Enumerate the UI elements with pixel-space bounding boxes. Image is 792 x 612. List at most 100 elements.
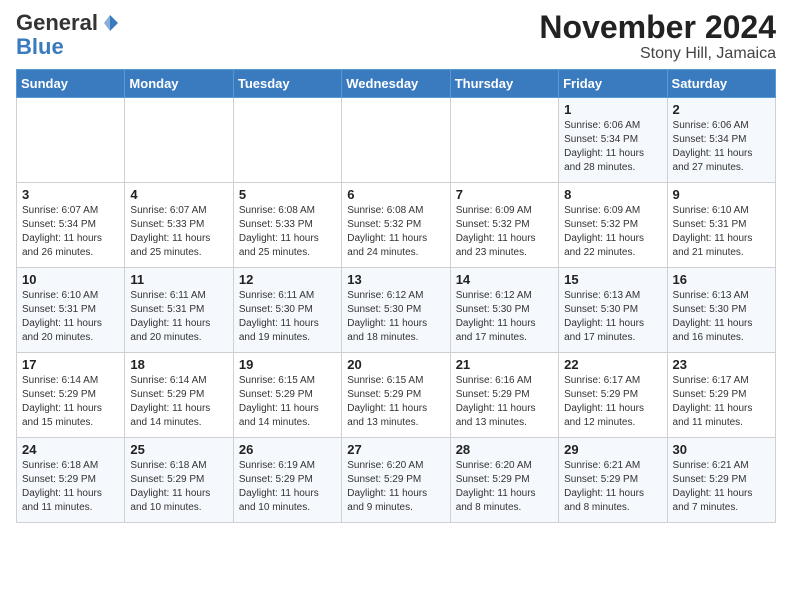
day-number: 18 <box>130 357 227 372</box>
calendar-cell: 1 Sunrise: 6:06 AM Sunset: 5:34 PM Daylig… <box>559 98 667 183</box>
logo-blue-text: Blue <box>16 34 64 60</box>
day-info: Sunrise: 6:17 AM Sunset: 5:29 PM Dayligh… <box>673 374 770 430</box>
day-number: 23 <box>673 357 770 372</box>
col-thursday: Thursday <box>450 70 558 98</box>
day-info: Sunrise: 6:08 AM Sunset: 5:33 PM Dayligh… <box>239 204 336 260</box>
day-info: Sunrise: 6:16 AM Sunset: 5:29 PM Dayligh… <box>456 374 553 430</box>
calendar-cell: 12Sunrise: 6:11 AM Sunset: 5:30 PM Dayli… <box>233 268 341 353</box>
calendar-week-1: 1 Sunrise: 6:06 AM Sunset: 5:34 PM Daylig… <box>17 98 776 183</box>
calendar-cell <box>125 98 233 183</box>
calendar-week-5: 24 Sunrise: 6:18 AM Sunset: 5:29 PM Dayli… <box>17 438 776 523</box>
day-info: Sunrise: 6:12 AM Sunset: 5:30 PM Dayligh… <box>456 289 553 345</box>
calendar-cell: 17 Sunrise: 6:14 AM Sunset: 5:29 PM Dayli… <box>17 353 125 438</box>
col-saturday: Saturday <box>667 70 775 98</box>
day-info: Sunrise: 6:14 AM Sunset: 5:29 PM Dayligh… <box>130 374 227 430</box>
day-number: 4 <box>130 187 227 202</box>
calendar-cell: 11 Sunrise: 6:11 AM Sunset: 5:31 PM Dayli… <box>125 268 233 353</box>
calendar-cell: 18 Sunrise: 6:14 AM Sunset: 5:29 PM Dayli… <box>125 353 233 438</box>
month-title: November 2024 <box>539 10 776 45</box>
logo-general-text: General <box>16 10 98 36</box>
calendar-cell: 20 Sunrise: 6:15 AM Sunset: 5:29 PM Dayli… <box>342 353 450 438</box>
day-number: 28 <box>456 442 553 457</box>
calendar-cell: 24Sunrise: 6:18 AM Sunset: 5:29 PM Dayli… <box>17 438 125 523</box>
day-number: 29 <box>564 442 661 457</box>
col-wednesday: Wednesday <box>342 70 450 98</box>
day-info: Sunrise: 6:07 AM Sunset: 5:34 PM Dayligh… <box>22 204 119 260</box>
page-header: General Blue November 2024 Stony Hill, J… <box>16 10 776 63</box>
day-info: Sunrise: 6:18 AM Sunset: 5:29 PM Dayligh… <box>130 459 227 515</box>
col-tuesday: Tuesday <box>233 70 341 98</box>
day-info: Sunrise: 6:19 AM Sunset: 5:29 PM Dayligh… <box>239 459 336 515</box>
calendar-cell: 16Sunrise: 6:13 AM Sunset: 5:30 PM Dayli… <box>667 268 775 353</box>
day-number: 27 <box>347 442 444 457</box>
day-info: Sunrise: 6:13 AM Sunset: 5:30 PM Dayligh… <box>673 289 770 345</box>
day-info: Sunrise: 6:11 AM Sunset: 5:31 PM Dayligh… <box>130 289 227 345</box>
day-number: 21 <box>456 357 553 372</box>
day-number: 2 <box>673 102 770 117</box>
day-info: Sunrise: 6:13 AM Sunset: 5:30 PM Dayligh… <box>564 289 661 345</box>
col-sunday: Sunday <box>17 70 125 98</box>
day-info: Sunrise: 6:21 AM Sunset: 5:29 PM Dayligh… <box>564 459 661 515</box>
day-info: Sunrise: 6:10 AM Sunset: 5:31 PM Dayligh… <box>22 289 119 345</box>
calendar-week-4: 17 Sunrise: 6:14 AM Sunset: 5:29 PM Dayli… <box>17 353 776 438</box>
calendar-cell: 19Sunrise: 6:15 AM Sunset: 5:29 PM Dayli… <box>233 353 341 438</box>
day-info: Sunrise: 6:12 AM Sunset: 5:30 PM Dayligh… <box>347 289 444 345</box>
calendar-cell <box>342 98 450 183</box>
location-subtitle: Stony Hill, Jamaica <box>539 45 776 63</box>
day-number: 11 <box>130 272 227 287</box>
day-number: 13 <box>347 272 444 287</box>
day-number: 22 <box>564 357 661 372</box>
day-number: 8 <box>564 187 661 202</box>
day-info: Sunrise: 6:14 AM Sunset: 5:29 PM Dayligh… <box>22 374 119 430</box>
calendar-cell: 3Sunrise: 6:07 AM Sunset: 5:34 PM Daylig… <box>17 183 125 268</box>
calendar-cell: 25Sunrise: 6:18 AM Sunset: 5:29 PM Dayli… <box>125 438 233 523</box>
calendar-cell: 9 Sunrise: 6:10 AM Sunset: 5:31 PM Daylig… <box>667 183 775 268</box>
calendar-table: Sunday Monday Tuesday Wednesday Thursday… <box>16 69 776 523</box>
calendar-cell: 8Sunrise: 6:09 AM Sunset: 5:32 PM Daylig… <box>559 183 667 268</box>
day-info: Sunrise: 6:20 AM Sunset: 5:29 PM Dayligh… <box>347 459 444 515</box>
day-number: 20 <box>347 357 444 372</box>
day-info: Sunrise: 6:09 AM Sunset: 5:32 PM Dayligh… <box>456 204 553 260</box>
day-number: 24 <box>22 442 119 457</box>
calendar-cell: 26 Sunrise: 6:19 AM Sunset: 5:29 PM Dayli… <box>233 438 341 523</box>
calendar-header-row: Sunday Monday Tuesday Wednesday Thursday… <box>17 70 776 98</box>
day-number: 9 <box>673 187 770 202</box>
calendar-cell: 27 Sunrise: 6:20 AM Sunset: 5:29 PM Dayli… <box>342 438 450 523</box>
calendar-body: 1 Sunrise: 6:06 AM Sunset: 5:34 PM Daylig… <box>17 98 776 523</box>
day-number: 17 <box>22 357 119 372</box>
logo: General Blue <box>16 10 120 60</box>
day-info: Sunrise: 6:20 AM Sunset: 5:29 PM Dayligh… <box>456 459 553 515</box>
day-info: Sunrise: 6:06 AM Sunset: 5:34 PM Dayligh… <box>564 119 661 175</box>
day-info: Sunrise: 6:07 AM Sunset: 5:33 PM Dayligh… <box>130 204 227 260</box>
day-info: Sunrise: 6:15 AM Sunset: 5:29 PM Dayligh… <box>239 374 336 430</box>
day-info: Sunrise: 6:10 AM Sunset: 5:31 PM Dayligh… <box>673 204 770 260</box>
day-number: 15 <box>564 272 661 287</box>
day-info: Sunrise: 6:21 AM Sunset: 5:29 PM Dayligh… <box>673 459 770 515</box>
calendar-cell: 22 Sunrise: 6:17 AM Sunset: 5:29 PM Dayli… <box>559 353 667 438</box>
calendar-cell: 21 Sunrise: 6:16 AM Sunset: 5:29 PM Dayli… <box>450 353 558 438</box>
calendar-cell <box>233 98 341 183</box>
day-number: 1 <box>564 102 661 117</box>
day-number: 6 <box>347 187 444 202</box>
day-number: 30 <box>673 442 770 457</box>
day-info: Sunrise: 6:15 AM Sunset: 5:29 PM Dayligh… <box>347 374 444 430</box>
col-friday: Friday <box>559 70 667 98</box>
page-container: General Blue November 2024 Stony Hill, J… <box>0 0 792 533</box>
calendar-cell: 2 Sunrise: 6:06 AM Sunset: 5:34 PM Daylig… <box>667 98 775 183</box>
calendar-cell: 13 Sunrise: 6:12 AM Sunset: 5:30 PM Dayli… <box>342 268 450 353</box>
day-info: Sunrise: 6:17 AM Sunset: 5:29 PM Dayligh… <box>564 374 661 430</box>
calendar-cell: 7Sunrise: 6:09 AM Sunset: 5:32 PM Daylig… <box>450 183 558 268</box>
day-info: Sunrise: 6:08 AM Sunset: 5:32 PM Dayligh… <box>347 204 444 260</box>
day-number: 14 <box>456 272 553 287</box>
calendar-cell: 4 Sunrise: 6:07 AM Sunset: 5:33 PM Daylig… <box>125 183 233 268</box>
day-number: 26 <box>239 442 336 457</box>
calendar-cell <box>17 98 125 183</box>
calendar-cell: 10Sunrise: 6:10 AM Sunset: 5:31 PM Dayli… <box>17 268 125 353</box>
day-info: Sunrise: 6:06 AM Sunset: 5:34 PM Dayligh… <box>673 119 770 175</box>
calendar-week-2: 3Sunrise: 6:07 AM Sunset: 5:34 PM Daylig… <box>17 183 776 268</box>
calendar-cell: 6 Sunrise: 6:08 AM Sunset: 5:32 PM Daylig… <box>342 183 450 268</box>
calendar-cell: 14 Sunrise: 6:12 AM Sunset: 5:30 PM Dayli… <box>450 268 558 353</box>
calendar-week-3: 10Sunrise: 6:10 AM Sunset: 5:31 PM Dayli… <box>17 268 776 353</box>
logo-flag-icon <box>100 13 120 33</box>
calendar-cell: 30 Sunrise: 6:21 AM Sunset: 5:29 PM Dayli… <box>667 438 775 523</box>
